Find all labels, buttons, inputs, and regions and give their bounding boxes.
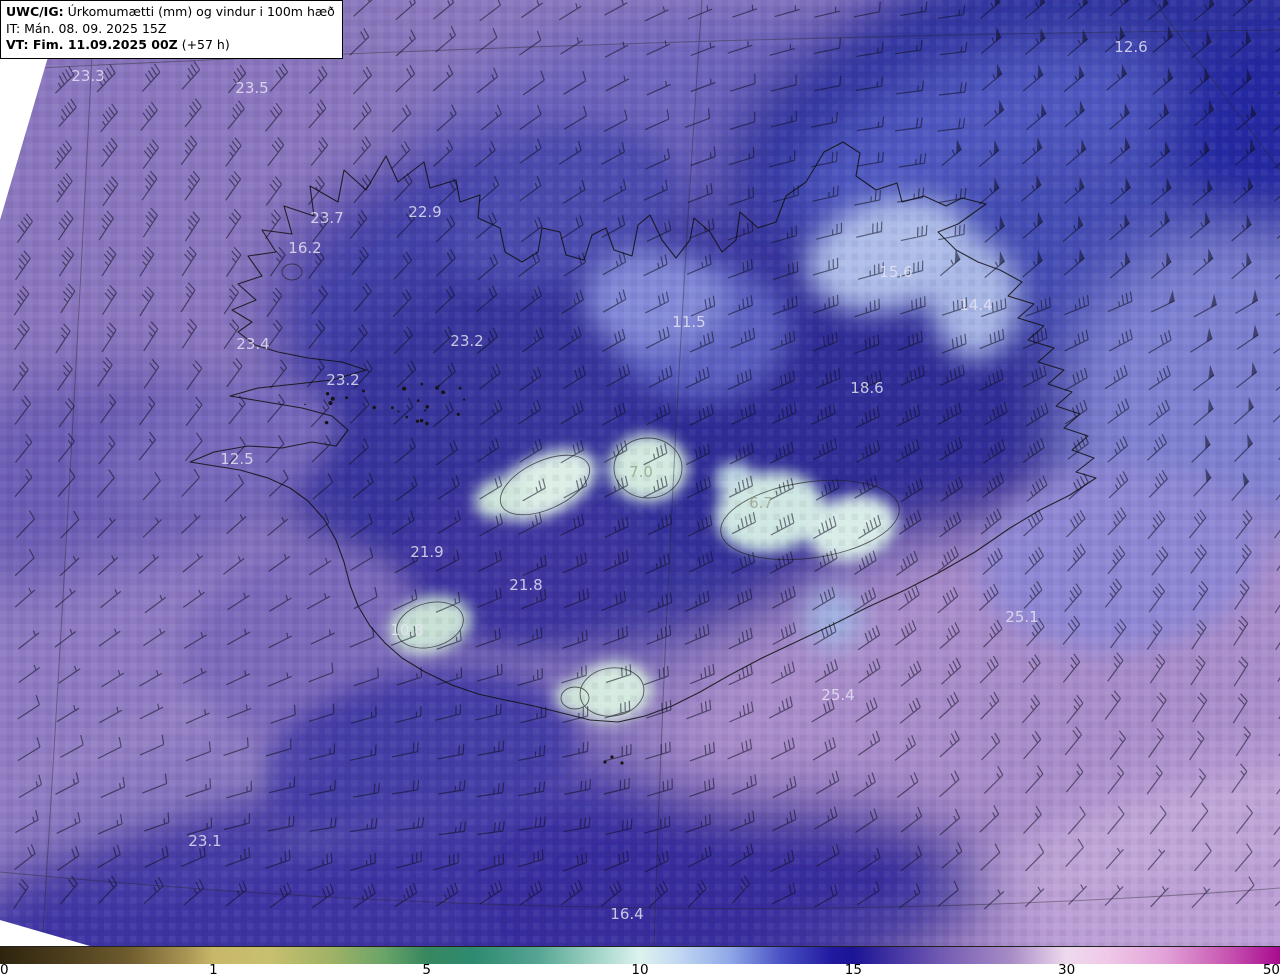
map-value-label: 15.6 bbox=[879, 263, 912, 281]
title-line-init-time: IT: Mán. 08. 09. 2025 15Z bbox=[6, 20, 167, 36]
map-value-label: 6.7 bbox=[749, 494, 773, 512]
map-value-label: 14.4 bbox=[959, 296, 992, 314]
map-value-label: 7.0 bbox=[629, 463, 653, 481]
island-dot bbox=[405, 415, 409, 419]
colorbar-tick-label: 15 bbox=[844, 962, 862, 978]
map-value-label: 21.8 bbox=[509, 576, 542, 594]
island-dot bbox=[419, 418, 424, 423]
island-dot bbox=[442, 391, 446, 394]
colorbar-tick-label: 1 bbox=[209, 962, 218, 978]
island-dot bbox=[330, 396, 335, 401]
lead-time: (+57 h) bbox=[177, 37, 230, 52]
colorbar-tick-label: 50 bbox=[1262, 962, 1280, 978]
map-value-label: 23.5 bbox=[235, 79, 268, 97]
title-line-valid-time: VT: Fim. 11.09.2025 00Z (+57 h) bbox=[6, 37, 335, 54]
colorbar-tick-label: 5 bbox=[422, 962, 431, 978]
map-value-label: 16.4 bbox=[610, 905, 643, 923]
island-dot bbox=[458, 386, 462, 390]
colorbar-tick-label: 0 bbox=[0, 962, 9, 978]
island-dot bbox=[424, 409, 427, 412]
title-box: UWC/IG: Úrkomumætti (mm) og vindur i 100… bbox=[0, 0, 343, 59]
map-value-label: 12.6 bbox=[1114, 38, 1147, 56]
product-name: Úrkomumætti (mm) og vindur i 100m hæð bbox=[63, 4, 335, 19]
map-value-label: 25.1 bbox=[1005, 608, 1038, 626]
island-dot bbox=[425, 421, 429, 426]
island-dot bbox=[620, 761, 624, 765]
island-dot bbox=[362, 389, 365, 393]
map-value-label: 25.4 bbox=[821, 686, 854, 704]
model-name: UWC/IG: bbox=[6, 4, 64, 19]
island-dot bbox=[372, 405, 376, 410]
map-value-label: 22.9 bbox=[408, 203, 441, 221]
map-value-label: 23.4 bbox=[236, 335, 269, 353]
map-value-label: 11.5 bbox=[672, 313, 705, 331]
colorbar-tick-label: 30 bbox=[1058, 962, 1076, 978]
map-canvas: 23.3 23.5 12.6 23.7 22.9 16.2 15.6 14.4 23.4 23.2… bbox=[0, 0, 1280, 946]
island-dot bbox=[456, 412, 460, 416]
valid-time: VT: Fim. 11.09.2025 00Z bbox=[6, 37, 178, 52]
map-value-label: 10.8 bbox=[390, 621, 423, 639]
island-dot bbox=[462, 398, 466, 401]
map-value-label: 21.9 bbox=[410, 543, 443, 561]
map-value-label: 16.2 bbox=[288, 239, 321, 257]
island-dot bbox=[304, 403, 306, 406]
island-dot bbox=[402, 386, 407, 391]
island-dot bbox=[415, 419, 420, 423]
map-value-label: 23.2 bbox=[326, 371, 359, 389]
map-value-label: 23.7 bbox=[310, 209, 343, 227]
colorbar-tick-labels: 0 1 5 10 15 30 50 bbox=[0, 962, 1280, 978]
island-dot bbox=[345, 396, 349, 400]
weather-map-screenshot: 23.3 23.5 12.6 23.7 22.9 16.2 15.6 14.4 23.4 23.2… bbox=[0, 0, 1280, 978]
map-value-label: 23.2 bbox=[450, 332, 483, 350]
island-dot bbox=[397, 410, 400, 413]
island-dot bbox=[325, 392, 330, 396]
island-dot bbox=[328, 400, 333, 406]
island-dot bbox=[420, 382, 424, 386]
map-value-label: 12.5 bbox=[220, 450, 253, 468]
island-dot bbox=[416, 399, 420, 402]
map-value-label: 23.3 bbox=[71, 67, 104, 85]
title-line-product: UWC/IG: Úrkomumætti (mm) og vindur i 100… bbox=[6, 4, 335, 21]
island-dot bbox=[425, 405, 429, 409]
island-dot bbox=[390, 406, 394, 410]
colorbar-tick-label: 10 bbox=[631, 962, 649, 978]
map-value-label: 23.1 bbox=[188, 832, 221, 850]
island-dot bbox=[324, 420, 329, 425]
map-value-label: 18.6 bbox=[850, 379, 883, 397]
precipitation-wind-map: 23.3 23.5 12.6 23.7 22.9 16.2 15.6 14.4 23.4 23.2… bbox=[0, 0, 1280, 946]
